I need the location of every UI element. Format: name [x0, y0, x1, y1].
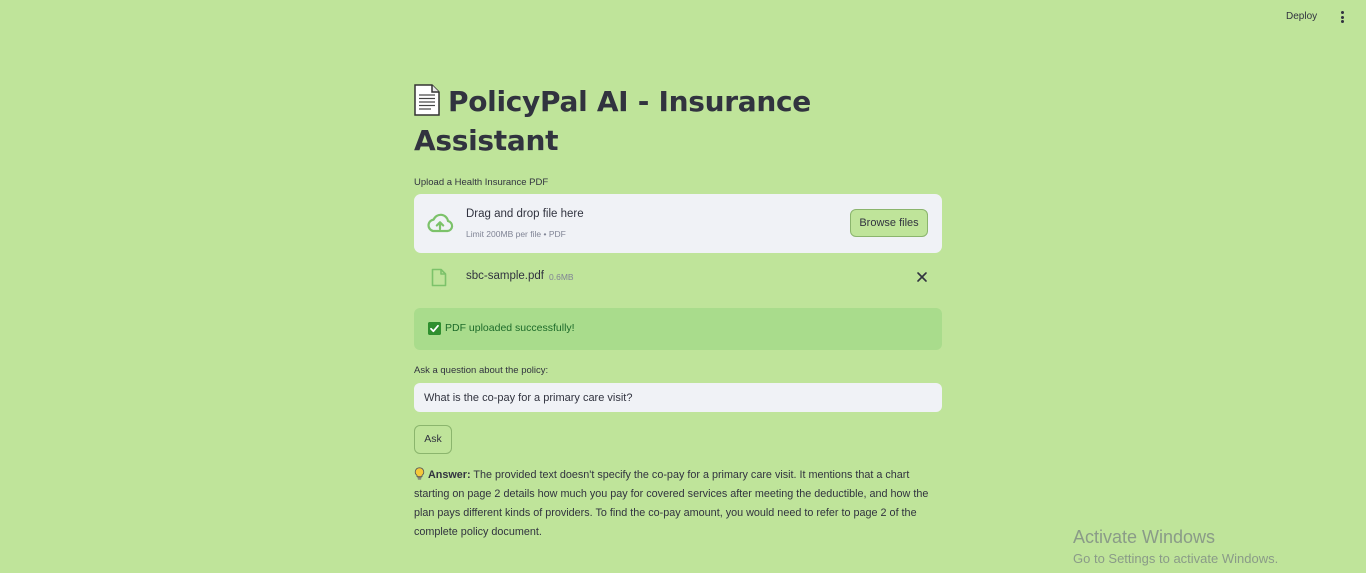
success-message: PDF uploaded successfully!: [445, 322, 575, 334]
uploaded-file-row: sbc-sample.pdf 0.6MB: [414, 262, 942, 292]
answer-label: Answer:: [428, 469, 471, 481]
windows-activation-watermark: Activate Windows Go to Settings to activ…: [1073, 526, 1278, 568]
page-document-icon: [414, 84, 440, 116]
page-title: PolicyPal AI - Insurance Assistant: [414, 82, 834, 160]
close-icon[interactable]: [914, 269, 930, 285]
file-icon: [431, 268, 447, 287]
watermark-subtitle: Go to Settings to activate Windows.: [1073, 551, 1279, 566]
dropzone-limit-text: Limit 200MB per file • PDF: [466, 229, 566, 239]
light-bulb-icon: [414, 467, 425, 480]
ask-button[interactable]: Ask: [414, 425, 452, 454]
deploy-button[interactable]: Deploy: [1286, 11, 1317, 22]
question-label: Ask a question about the policy:: [414, 365, 549, 376]
uploaded-file-size: 0.6MB: [549, 272, 574, 282]
answer-block: Answer: The provided text doesn't specif…: [414, 466, 944, 542]
dropzone-text: Drag and drop file here: [466, 208, 584, 220]
file-dropzone[interactable]: Drag and drop file here Limit 200MB per …: [414, 194, 942, 253]
app-header: Deploy: [0, 0, 1366, 36]
success-alert: PDF uploaded successfully!: [414, 308, 942, 350]
uploaded-file-name: sbc-sample.pdf: [466, 270, 544, 282]
vertical-ellipsis-icon[interactable]: [1337, 11, 1347, 25]
browse-files-button[interactable]: Browse files: [850, 209, 928, 237]
check-mark-icon: [428, 322, 441, 335]
upload-label: Upload a Health Insurance PDF: [414, 177, 549, 188]
answer-text: The provided text doesn't specify the co…: [414, 469, 929, 538]
question-input[interactable]: [414, 383, 942, 412]
watermark-title: Activate Windows: [1073, 527, 1216, 547]
page-title-text: PolicyPal AI - Insurance Assistant: [414, 85, 811, 157]
cloud-upload-icon: [426, 213, 454, 235]
